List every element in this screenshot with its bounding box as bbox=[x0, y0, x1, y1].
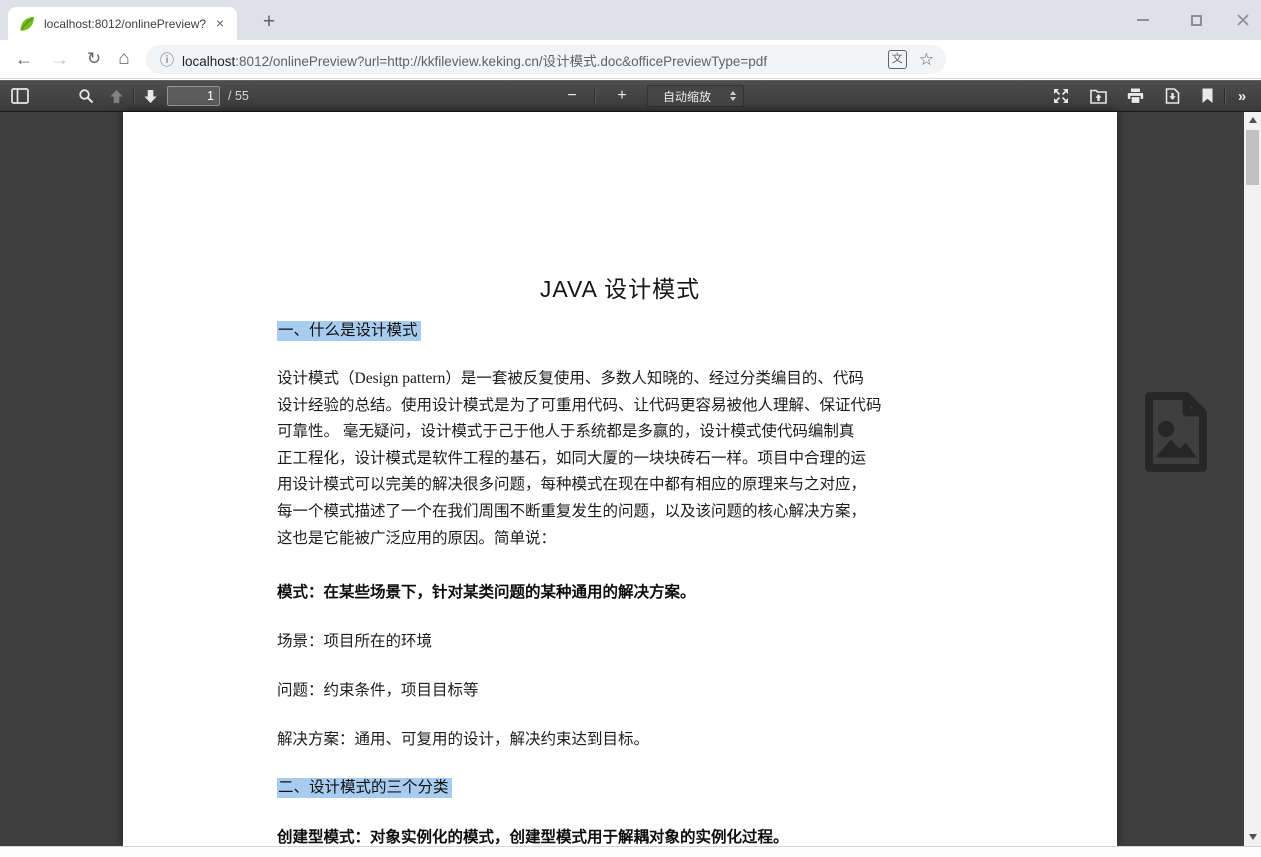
maximize-button[interactable] bbox=[1181, 12, 1211, 28]
document-heading-2: 二、设计模式的三个分类 bbox=[277, 775, 452, 797]
page-down-icon[interactable] bbox=[140, 86, 160, 106]
address-bar: ← → ↻ ⌂ ⓘ localhost:8012/onlinePreview?u… bbox=[0, 40, 1261, 79]
minimize-icon bbox=[1137, 19, 1149, 21]
maximize-icon bbox=[1191, 15, 1202, 26]
document-bold-pattern: 模式：在某些场景下，针对某类问题的某种通用的解决方案。 bbox=[277, 580, 696, 602]
forward-icon[interactable]: → bbox=[47, 40, 73, 78]
close-icon bbox=[1236, 13, 1250, 27]
toolbar-divider bbox=[133, 88, 134, 104]
close-button[interactable] bbox=[1228, 12, 1258, 28]
document-bold-creational: 创建型模式：对象实例化的模式，创建型模式用于解耦对象的实例化过程。 bbox=[277, 825, 789, 847]
browser-tab[interactable]: localhost:8012/onlinePreview? × bbox=[8, 7, 237, 40]
scroll-down-icon[interactable] bbox=[1249, 834, 1257, 840]
document-heading-1: 一、什么是设计模式 bbox=[277, 318, 421, 340]
scroll-up-icon[interactable] bbox=[1249, 117, 1257, 123]
search-icon[interactable] bbox=[76, 86, 96, 106]
zoom-in-button[interactable]: + bbox=[612, 86, 632, 106]
page-number-input[interactable] bbox=[167, 86, 220, 106]
tab-title: localhost:8012/onlinePreview? bbox=[44, 17, 211, 31]
back-icon[interactable]: ← bbox=[11, 40, 37, 78]
download-icon[interactable] bbox=[1162, 86, 1182, 106]
document-line-scene: 场景：项目所在的环境 bbox=[277, 629, 432, 651]
url-path: :8012/onlinePreview?url=http://kkfilevie… bbox=[235, 54, 767, 69]
toolbar-divider bbox=[594, 88, 595, 104]
page-count-label: / 55 bbox=[228, 89, 249, 103]
url-host: localhost bbox=[182, 54, 235, 69]
toolbar-divider bbox=[1224, 88, 1225, 104]
tab-close-icon[interactable]: × bbox=[211, 15, 229, 33]
document-paragraph: 设计模式（Design pattern）是一套被反复使用、多数人知晓的、经过分类… bbox=[277, 366, 882, 552]
url-text: localhost:8012/onlinePreview?url=http://… bbox=[182, 50, 888, 70]
info-icon[interactable]: ⓘ bbox=[160, 50, 174, 70]
new-tab-button[interactable]: + bbox=[255, 9, 283, 37]
translate-page-icon[interactable]: 文 bbox=[888, 50, 907, 69]
vertical-scrollbar[interactable] bbox=[1244, 112, 1261, 846]
chevron-updown-icon bbox=[726, 91, 740, 101]
document-line-problem: 问题：约束条件，项目目标等 bbox=[277, 678, 479, 700]
url-input[interactable]: ⓘ localhost:8012/onlinePreview?url=http:… bbox=[146, 45, 946, 74]
reload-icon[interactable]: ↻ bbox=[81, 40, 107, 78]
pdf-viewer[interactable]: JAVA 设计模式 一、什么是设计模式 设计模式（Design pattern）… bbox=[0, 112, 1244, 846]
spring-leaf-favicon bbox=[19, 16, 35, 32]
presentation-mode-icon[interactable] bbox=[1051, 86, 1071, 106]
more-tools-icon[interactable]: » bbox=[1232, 86, 1252, 106]
tab-strip: localhost:8012/onlinePreview? × + bbox=[0, 0, 1261, 40]
zoom-select[interactable]: 自动缩放 bbox=[647, 85, 744, 107]
zoom-select-value: 自动缩放 bbox=[648, 88, 726, 105]
home-icon[interactable]: ⌂ bbox=[111, 40, 137, 78]
document-line-solution: 解决方案：通用、可复用的设计，解决约束达到目标。 bbox=[277, 727, 649, 749]
browser-window: localhost:8012/onlinePreview? × + ← → ↻ … bbox=[0, 0, 1261, 857]
bookmark-star-icon[interactable]: ☆ bbox=[919, 50, 934, 70]
open-file-icon[interactable] bbox=[1088, 86, 1108, 106]
print-icon[interactable] bbox=[1125, 86, 1145, 106]
zoom-out-button[interactable]: − bbox=[562, 86, 582, 106]
image-placeholder-icon bbox=[1140, 390, 1212, 474]
sidebar-toggle-icon[interactable] bbox=[10, 86, 30, 106]
bottom-strip bbox=[0, 846, 1261, 857]
minimize-button[interactable] bbox=[1128, 12, 1158, 28]
scrollbar-thumb[interactable] bbox=[1246, 130, 1259, 185]
pdf-page: JAVA 设计模式 一、什么是设计模式 设计模式（Design pattern）… bbox=[123, 112, 1117, 846]
page-up-icon[interactable] bbox=[106, 86, 126, 106]
pdf-toolbar: / 55 − + 自动缩放 » bbox=[0, 80, 1261, 112]
bookmark-icon[interactable] bbox=[1197, 86, 1217, 106]
document-title: JAVA 设计模式 bbox=[123, 270, 1117, 304]
